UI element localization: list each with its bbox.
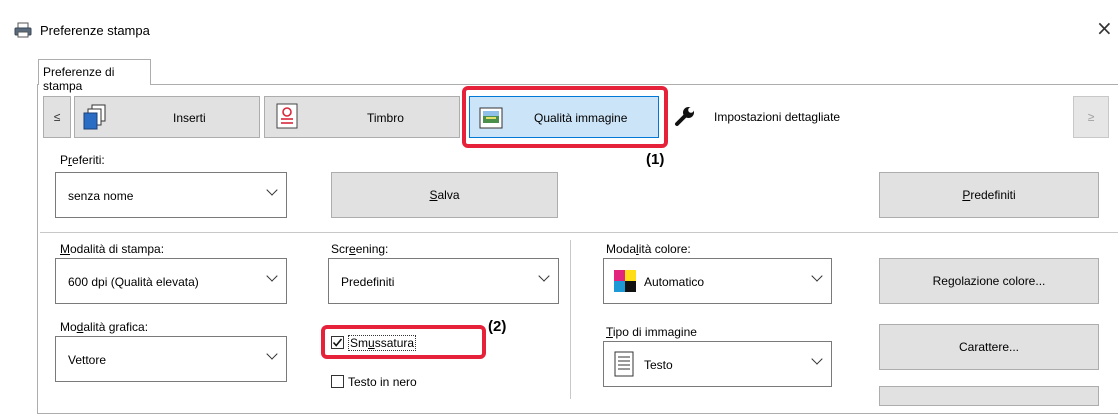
chevron-down-icon — [266, 348, 278, 360]
favorites-select[interactable]: senza nome — [55, 172, 287, 218]
stamp-label: Timbro — [367, 111, 404, 125]
color-squares-icon — [614, 270, 636, 292]
section-divider — [40, 232, 1118, 233]
screening-value: Predefiniti — [341, 275, 395, 289]
wrench-icon — [675, 107, 694, 126]
stamp-icon — [276, 103, 298, 129]
color-mode-value: Automatico — [644, 275, 705, 289]
color-adjust-button[interactable]: Regolazione colore... — [879, 258, 1099, 304]
favorites-value: senza nome — [68, 189, 134, 203]
advanced-settings-label: Impostazioni dettagliate — [714, 110, 841, 124]
column-divider — [570, 240, 571, 399]
save-button[interactable]: Salva — [331, 172, 558, 218]
chevron-down-icon — [811, 270, 823, 282]
callout-highlight-1 — [462, 86, 668, 148]
screening-label: Screening: — [331, 242, 389, 256]
toolbar-prev-button[interactable]: ≤ — [43, 96, 71, 138]
inserts-label: Inserti — [173, 111, 206, 125]
more-button[interactable] — [879, 386, 1099, 406]
graphic-mode-label: Modalità grafica: — [60, 320, 149, 334]
stamp-button[interactable]: Timbro — [264, 96, 460, 138]
inserts-icon — [83, 104, 106, 130]
chevron-down-icon — [538, 270, 550, 282]
callout-highlight-2 — [321, 325, 486, 359]
screening-select[interactable]: Predefiniti — [328, 258, 559, 304]
defaults-button[interactable]: Predefiniti — [879, 172, 1099, 218]
favorites-label: Preferiti: — [60, 153, 105, 167]
chevron-down-icon — [266, 184, 278, 196]
advanced-settings-button[interactable]: Impostazioni dettagliate — [664, 96, 862, 138]
title-bar — [0, 0, 1118, 50]
inserts-button[interactable]: Inserti — [74, 96, 260, 138]
window-title: Preferenze stampa — [40, 23, 150, 38]
printer-icon — [14, 22, 32, 38]
color-mode-label: Modalità colore: — [606, 242, 691, 256]
image-type-value: Testo — [644, 358, 673, 372]
text-black-label[interactable]: Testo in nero — [348, 375, 417, 389]
image-type-select[interactable]: Testo — [603, 341, 832, 387]
close-icon[interactable]: × — [1096, 18, 1113, 38]
color-mode-select[interactable]: Automatico — [603, 258, 832, 304]
graphic-mode-select[interactable]: Vettore — [55, 336, 287, 382]
tab-preferenze-di-stampa[interactable]: Preferenze di stampa — [38, 59, 151, 93]
chevron-down-icon — [266, 270, 278, 282]
text-black-checkbox[interactable] — [331, 375, 344, 388]
callout-label-2: (2) — [488, 318, 507, 335]
toolbar-next-button[interactable]: ≥ — [1073, 96, 1109, 138]
graphic-mode-value: Vettore — [68, 353, 107, 367]
print-mode-label: Modalità di stampa: — [60, 242, 165, 256]
print-mode-value: 600 dpi (Qualità elevata) — [68, 275, 199, 289]
text-document-icon — [614, 351, 634, 377]
callout-label-1: (1) — [646, 151, 665, 168]
image-type-label: Tipo di immagine — [606, 325, 697, 339]
font-button[interactable]: Carattere... — [879, 324, 1099, 370]
chevron-down-icon — [811, 353, 823, 365]
print-mode-select[interactable]: 600 dpi (Qualità elevata) — [55, 258, 287, 304]
